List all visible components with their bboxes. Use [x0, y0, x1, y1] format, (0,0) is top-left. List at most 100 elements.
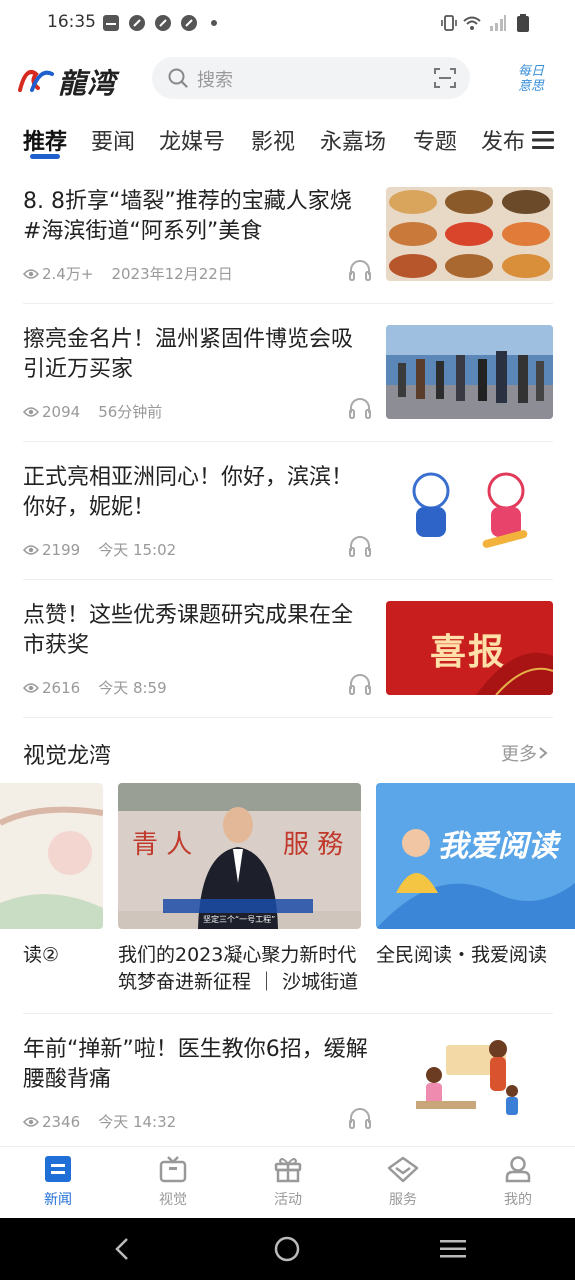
divider: [23, 579, 553, 580]
user-icon: [505, 1156, 531, 1183]
news-thumbnail: [386, 1035, 553, 1129]
nav-profile[interactable]: 我的: [478, 1155, 558, 1209]
news-title: 8. 8折享“墙裂”推荐的宝藏人家烧 #海滨街道“阿系列”美食: [23, 189, 374, 244]
headphone-icon[interactable]: [348, 535, 372, 557]
news-icon: [45, 1156, 71, 1182]
back-icon[interactable]: [112, 1237, 134, 1261]
svg-text:青 人: 青 人: [132, 830, 192, 860]
visual-card-title[interactable]: 读②: [23, 942, 83, 969]
news-time: 今天 8:59: [98, 679, 167, 697]
more-link-label: 更多: [501, 744, 537, 765]
gift-icon: [274, 1158, 302, 1183]
daily-brief-button[interactable]: 每日 意思: [508, 64, 554, 94]
poster-text: 我爱阅读: [438, 829, 558, 864]
tab-video[interactable]: 影视: [251, 124, 295, 156]
headphone-icon[interactable]: [348, 259, 372, 281]
family-illustration: [386, 1035, 553, 1129]
more-link[interactable]: 更多: [501, 740, 549, 766]
nav-service[interactable]: 服务: [363, 1155, 443, 1209]
views-icon: [23, 268, 39, 279]
visual-card-title[interactable]: 我们的2023凝心聚力新时代 筑梦奋进新征程 ｜ 沙城街道: [118, 942, 363, 996]
news-title: 正式亮相亚洲同心！你好，滨滨！你好，妮妮！: [23, 465, 354, 520]
status-bar: 16:35: [0, 0, 575, 48]
news-thumbnail: 喜报: [386, 601, 553, 695]
views-icon: [23, 1116, 39, 1127]
news-views: 2616: [42, 678, 81, 697]
tab-recommend[interactable]: 推荐: [23, 124, 67, 156]
visual-card-image[interactable]: 我爱阅读: [376, 783, 575, 929]
app-notification-icon: [155, 15, 171, 31]
news-time: 56分钟前: [98, 403, 163, 421]
views-icon: [23, 682, 39, 693]
visual-card-image[interactable]: [0, 783, 103, 929]
nav-news-label: 新闻: [44, 1192, 72, 1208]
divider: [23, 441, 553, 442]
divider: [23, 1013, 553, 1014]
active-tab-indicator: [30, 154, 60, 159]
nav-service-label: 服务: [389, 1192, 417, 1208]
menu-icon[interactable]: [532, 130, 554, 150]
notification-icon: [103, 15, 119, 31]
news-item[interactable]: 8. 8折享“墙裂”推荐的宝藏人家烧 #海滨街道“阿系列”美食 2.4万+ 20…: [23, 187, 553, 325]
news-item[interactable]: 正式亮相亚洲同心！你好，滨滨！你好，妮妮！ 2199 今天 15:02: [23, 463, 553, 601]
news-views: 2.4万+: [42, 265, 94, 283]
home-icon[interactable]: [274, 1236, 300, 1262]
tab-release[interactable]: 发布: [481, 124, 525, 156]
vibrate-icon: [441, 15, 457, 31]
news-meta: 2199 今天 15:02: [23, 539, 176, 560]
search-placeholder: 搜索: [197, 70, 233, 91]
nav-activity-label: 活动: [274, 1192, 302, 1208]
news-meta: 2346 今天 14:32: [23, 1111, 176, 1132]
views-icon: [23, 406, 39, 417]
news-meta: 2616 今天 8:59: [23, 677, 167, 698]
headphone-icon[interactable]: [348, 397, 372, 419]
painting-image: [0, 783, 103, 929]
wifi-icon: [463, 16, 481, 30]
news-views: 2346: [42, 1112, 81, 1131]
scan-icon[interactable]: [434, 68, 456, 88]
chevron-right-icon: [539, 747, 548, 759]
channel-tabs: 推荐 要闻 龙媒号 影视 永嘉场 专题 发布: [0, 118, 575, 166]
nav-visual[interactable]: 视觉: [133, 1155, 213, 1209]
daily-brief-line1: 每日: [517, 64, 544, 79]
bottom-nav: 新闻 视觉 活动 服务 我的: [0, 1146, 575, 1219]
news-time: 今天 14:32: [98, 1113, 177, 1131]
tab-longmei[interactable]: 龙媒号: [159, 124, 225, 156]
news-item[interactable]: 擦亮金名片！温州紧固件博览会吸引近万买家 2094 56分钟前: [23, 325, 553, 463]
visual-card-title-line1: 我们的2023凝心聚力新时代: [118, 944, 357, 966]
tab-topics[interactable]: 专题: [413, 124, 457, 156]
service-icon: [387, 1156, 419, 1183]
app-notification-icon: [129, 15, 145, 31]
news-item[interactable]: 点赞！这些优秀课题研究成果在全市获奖 2616 今天 8:59 喜报: [23, 601, 553, 739]
news-views: 2199: [42, 540, 81, 559]
nav-activity[interactable]: 活动: [248, 1155, 328, 1209]
app-notification-icon: [181, 15, 197, 31]
nav-news[interactable]: 新闻: [18, 1155, 98, 1209]
divider: [23, 717, 553, 718]
search-icon: [168, 68, 188, 88]
news-thumbnail: [386, 325, 553, 419]
tab-headlines[interactable]: 要闻: [91, 124, 135, 156]
visual-card-image[interactable]: 青 人 服 務 坚定三个“一号工程”: [118, 783, 361, 929]
news-meta: 2094 56分钟前: [23, 401, 162, 422]
news-title: 年前“掸新”啦！医生教你6招，缓解腰酸背痛: [23, 1037, 368, 1092]
recents-icon[interactable]: [440, 1239, 466, 1259]
news-title: 点赞！这些优秀课题研究成果在全市获奖: [23, 603, 354, 658]
system-navigation-bar: [0, 1218, 575, 1280]
search-input[interactable]: 搜索: [152, 57, 470, 99]
app-logo[interactable]: 龍湾: [18, 60, 118, 100]
news-time: 今天 15:02: [98, 541, 177, 559]
tab-yongjiachang[interactable]: 永嘉场: [320, 124, 386, 156]
more-notifications-dot: [211, 20, 217, 26]
visual-card-title-line2: 筑梦奋进新征程 ｜ 沙城街道: [118, 971, 359, 993]
news-thumbnail: [386, 463, 553, 557]
headphone-icon[interactable]: [348, 673, 372, 695]
tv-icon: [159, 1156, 187, 1183]
headphone-icon[interactable]: [348, 1107, 372, 1129]
thumbnail-text: 喜报: [430, 631, 507, 673]
battery-icon: [517, 14, 529, 32]
video-caption: 坚定三个“一号工程”: [203, 915, 276, 924]
visual-card-title[interactable]: 全民阅读・我爱阅读: [376, 942, 575, 969]
nav-profile-label: 我的: [504, 1192, 532, 1208]
expo-photo: [386, 325, 553, 419]
